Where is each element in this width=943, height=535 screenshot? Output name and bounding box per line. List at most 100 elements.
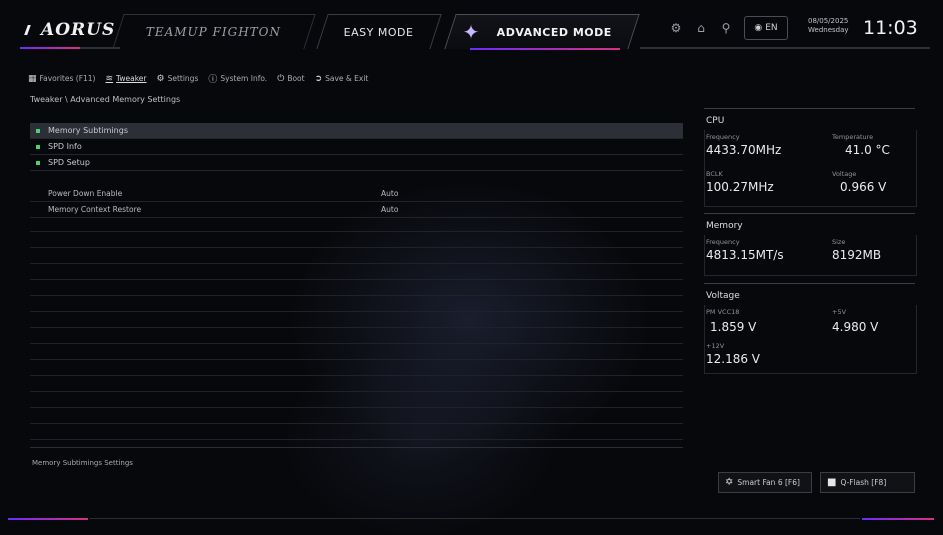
cpu-voltage-value: 0.966 V bbox=[840, 180, 887, 194]
empty-row bbox=[30, 424, 683, 440]
logo-mark-icon bbox=[24, 25, 41, 35]
aorus-logo: AORUS bbox=[24, 20, 116, 40]
cpu-bclk-value: 100.27MHz bbox=[706, 180, 774, 194]
voltage-separator bbox=[704, 283, 915, 284]
cpu-bclk-label: BCLK bbox=[706, 170, 723, 178]
memory-title: Memory bbox=[706, 221, 743, 231]
menu-system-info-label: System Info. bbox=[220, 74, 268, 83]
tweaker-icon: ≋ bbox=[105, 73, 114, 84]
cpu-frequency-value: 4433.70MHz bbox=[706, 143, 782, 157]
qflash-button[interactable]: ■ Q-Flash [F8] bbox=[820, 472, 915, 493]
bullet-icon bbox=[36, 128, 40, 133]
pm-vcc18-label: PM VCC18 bbox=[706, 308, 740, 316]
empty-row bbox=[30, 376, 683, 392]
setting-value[interactable]: Auto bbox=[381, 205, 398, 214]
submenu-memory-subtimings[interactable]: Memory Subtimings bbox=[30, 123, 683, 139]
memory-size-value: 8192MB bbox=[832, 248, 882, 262]
language-label: EN bbox=[765, 23, 778, 33]
menu-tweaker[interactable]: ≋ Tweaker bbox=[106, 74, 147, 84]
settings-icon[interactable]: ⚙ bbox=[668, 20, 684, 36]
menu-system-info[interactable]: ⓘ System Info. bbox=[208, 72, 267, 85]
empty-row bbox=[30, 280, 683, 296]
voltage-title: Voltage bbox=[706, 291, 740, 301]
smart-fan-button[interactable]: ✡ Smart Fan 6 [F6] bbox=[718, 472, 812, 493]
cpu-panel bbox=[704, 130, 917, 207]
menu-boot[interactable]: ⏻ Boot bbox=[277, 74, 304, 84]
exit-icon: ➲ bbox=[314, 73, 323, 84]
submenu-label: SPD Setup bbox=[48, 158, 90, 167]
header-accent-mode bbox=[470, 48, 620, 50]
submenu-spd-setup[interactable]: SPD Setup bbox=[30, 155, 683, 171]
bullet-icon bbox=[36, 160, 40, 165]
settings-list: Power Down Enable Auto Memory Context Res… bbox=[30, 186, 683, 218]
gear-icon: ⚙ bbox=[156, 73, 165, 84]
cpu-temperature-value: 41.0 °C bbox=[845, 143, 890, 157]
submenu-spd-info[interactable]: SPD Info bbox=[30, 139, 683, 155]
empty-row bbox=[30, 408, 683, 424]
empty-row bbox=[30, 216, 683, 232]
menu-save-exit[interactable]: ➲ Save & Exit bbox=[315, 74, 369, 84]
logo-text: AORUS bbox=[41, 20, 116, 40]
menu-settings[interactable]: ⚙ Settings bbox=[157, 74, 199, 84]
footer-bar bbox=[0, 512, 943, 535]
language-button[interactable]: ◉ EN bbox=[744, 16, 788, 40]
submenu-label: SPD Info bbox=[48, 142, 82, 151]
help-divider bbox=[30, 447, 683, 448]
empty-row bbox=[30, 360, 683, 376]
cpu-separator bbox=[704, 108, 915, 109]
setting-label: Memory Context Restore bbox=[48, 205, 142, 214]
smart-fan-label: Smart Fan 6 [F6] bbox=[737, 478, 800, 487]
time-display: 11:03 bbox=[863, 17, 918, 39]
power-icon: ⏻ bbox=[277, 73, 285, 84]
setting-power-down-enable[interactable]: Power Down Enable Auto bbox=[30, 186, 683, 202]
menu-favorites-label: Favorites (F11) bbox=[39, 74, 96, 83]
empty-row bbox=[30, 232, 683, 248]
menu-favorites[interactable]: ▦ Favorites (F11) bbox=[28, 74, 96, 84]
easy-mode-tab[interactable]: EASY MODE bbox=[316, 14, 442, 49]
pm-vcc18-value: 1.859 V bbox=[710, 320, 757, 334]
eagle-icon: ✦ bbox=[462, 20, 480, 44]
header-bar: AORUS TEAMUP FIGHTON EASY MODE ADVANCED … bbox=[0, 0, 943, 60]
globe-icon: ◉ bbox=[754, 23, 763, 33]
menu-save-exit-label: Save & Exit bbox=[325, 74, 369, 83]
v12-label: +12V bbox=[706, 342, 725, 350]
v12-value: 12.186 V bbox=[706, 352, 761, 366]
empty-row bbox=[30, 248, 683, 264]
header-accent-left bbox=[20, 47, 80, 49]
cpu-frequency-label: Frequency bbox=[706, 133, 740, 141]
footer-accent-left bbox=[8, 518, 88, 520]
fan-icon: ✡ bbox=[725, 477, 734, 488]
advanced-mode-label: ADVANCED MODE bbox=[497, 25, 613, 39]
qflash-label: Q-Flash [F8] bbox=[840, 478, 887, 487]
footer-accent-right bbox=[862, 518, 934, 520]
menu-tweaker-label: Tweaker bbox=[116, 74, 147, 83]
memory-separator bbox=[704, 213, 915, 214]
footer-divider bbox=[90, 518, 860, 519]
search-icon[interactable]: ⚲ bbox=[718, 20, 734, 36]
main-menu: ▦ Favorites (F11) ≋ Tweaker ⚙ Settings ⓘ Sys… bbox=[28, 72, 369, 86]
date-display: 08/05/2025 Wednesday bbox=[808, 17, 849, 35]
date-text: 08/05/2025 bbox=[808, 17, 849, 25]
info-icon: ⓘ bbox=[208, 75, 218, 85]
cpu-title: CPU bbox=[706, 116, 725, 126]
breadcrumb: Tweaker \ Advanced Memory Settings bbox=[30, 95, 181, 104]
empty-rows bbox=[30, 216, 683, 440]
header-divider-right bbox=[640, 47, 930, 49]
home-icon[interactable]: ⌂ bbox=[693, 20, 709, 36]
flash-icon: ■ bbox=[827, 477, 837, 488]
brand-tab-label: TEAMUP FIGHTON bbox=[146, 25, 282, 39]
brand-tab: TEAMUP FIGHTON bbox=[112, 14, 316, 49]
empty-row bbox=[30, 312, 683, 328]
setting-value[interactable]: Auto bbox=[381, 189, 398, 198]
empty-row bbox=[30, 344, 683, 360]
header-icons: ⚙ ⌂ ⚲ bbox=[668, 20, 734, 36]
bullet-icon bbox=[36, 144, 40, 149]
v5-value: 4.980 V bbox=[832, 320, 879, 334]
cpu-voltage-label: Voltage bbox=[832, 170, 857, 178]
menu-boot-label: Boot bbox=[287, 74, 305, 83]
memory-frequency-label: Frequency bbox=[706, 238, 740, 246]
cpu-temperature-label: Temperature bbox=[832, 133, 874, 141]
menu-settings-label: Settings bbox=[167, 74, 199, 83]
memory-frequency-value: 4813.15MT/s bbox=[706, 248, 784, 262]
setting-label: Power Down Enable bbox=[48, 189, 123, 198]
